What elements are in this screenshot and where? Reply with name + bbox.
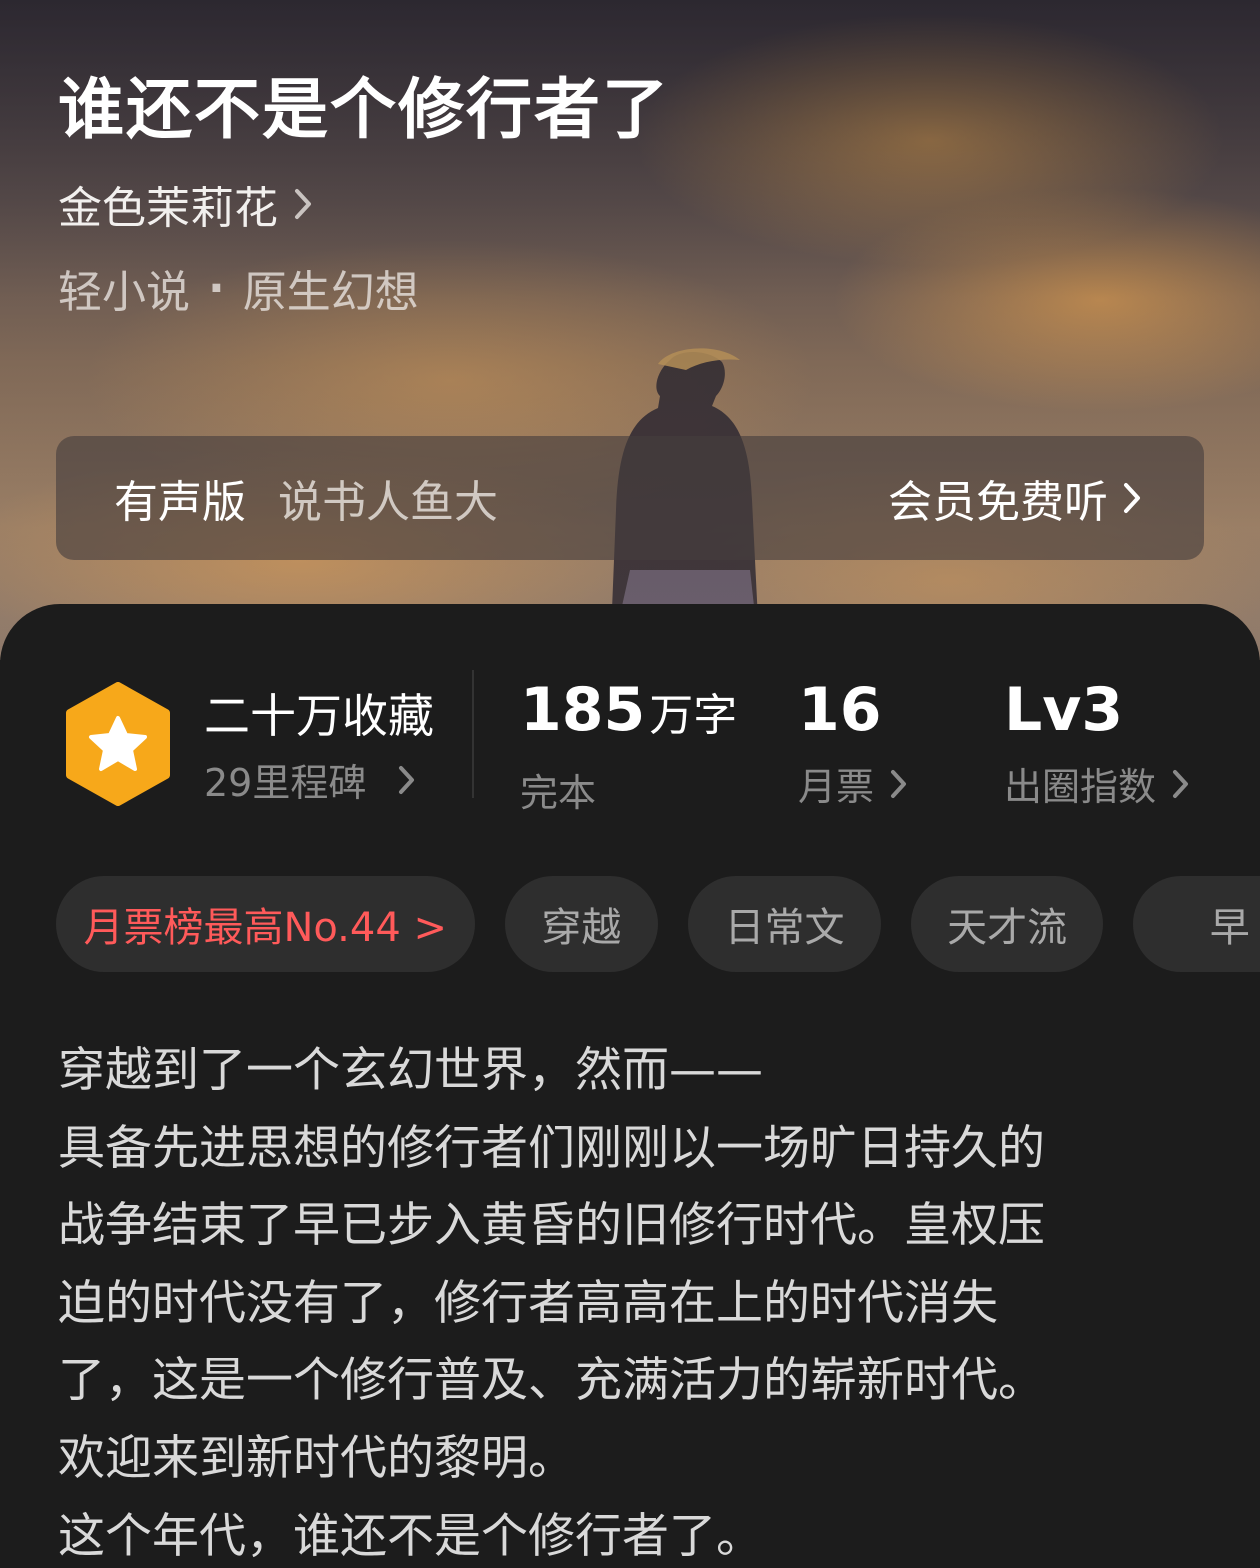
- ranking-tag[interactable]: 月票榜最高No.44 >: [56, 876, 475, 972]
- category-separator: ·: [208, 262, 225, 314]
- synopsis-line: 这个年代，谁还不是个修行者了。: [58, 1508, 763, 1564]
- category-breadcrumb: 轻小说 · 原生幻想: [58, 256, 419, 320]
- author-link[interactable]: 金色茉莉花: [58, 172, 314, 236]
- chevron-right-icon: [1173, 769, 1189, 798]
- stats-divider: [472, 670, 474, 798]
- milestone-title: 二十万收藏: [204, 689, 434, 743]
- tag-chip[interactable]: 日常文: [688, 876, 881, 972]
- chevron-right-icon: [1124, 483, 1140, 513]
- popularity-index-value: Lv3: [1004, 675, 1124, 745]
- chevron-right-icon: [295, 189, 311, 219]
- audio-cta-label: 会员免费听: [888, 477, 1108, 528]
- details-panel: 二十万收藏 29里程碑 185万字 完本 16 月票 Lv3 出圈指数 月票榜最…: [0, 604, 1260, 1568]
- stats-row: 二十万收藏 29里程碑 185万字 完本 16 月票 Lv3 出圈指数: [0, 604, 1260, 844]
- subcategory-label: 原生幻想: [242, 267, 419, 318]
- completion-status: 完本: [520, 771, 597, 815]
- audio-version-label: 有声版: [114, 477, 246, 528]
- synopsis-line: 欢迎来到新时代的黎明。: [58, 1430, 575, 1486]
- monthly-ticket-label: 月票: [798, 765, 875, 809]
- audio-version-bar[interactable]: 有声版 说书人鱼大 会员免费听: [56, 436, 1204, 560]
- star-hexagon-badge-icon: [66, 682, 170, 806]
- monthly-ticket-stat[interactable]: 16 月票: [798, 674, 908, 811]
- tag-list: 月票榜最高No.44 > 穿越 日常文 天才流 早: [56, 876, 1260, 976]
- synopsis-line: 具备先进思想的修行者们刚刚以一场旷日持久的: [58, 1120, 1045, 1176]
- popularity-index-label: 出圈指数: [1004, 765, 1157, 809]
- milestone-count: 29里程碑: [204, 761, 367, 805]
- word-count-value-row: 185万字: [520, 674, 737, 752]
- milestone-link[interactable]: 29里程碑: [204, 752, 416, 807]
- tag-chip[interactable]: 天才流: [910, 876, 1104, 972]
- popularity-index-label-row: 出圈指数: [1004, 756, 1190, 811]
- synopsis-line: 战争结束了早已步入黄昏的旧修行时代。皇权压: [58, 1198, 1045, 1254]
- word-count-unit: 万字: [649, 690, 738, 741]
- monthly-ticket-value: 16: [798, 675, 882, 745]
- popularity-index-stat[interactable]: Lv3 出圈指数: [1004, 674, 1190, 811]
- audio-listen-button[interactable]: 会员免费听: [888, 466, 1142, 530]
- monthly-ticket-label-row: 月票: [798, 756, 908, 811]
- category-label: 轻小说: [58, 267, 190, 318]
- tag-chip[interactable]: 早: [1133, 876, 1260, 972]
- synopsis-line: 了，这是一个修行普及、充满活力的崭新时代。: [58, 1353, 1045, 1409]
- synopsis-line: 迫的时代没有了，修行者高高在上的时代消失: [58, 1275, 998, 1331]
- author-name: 金色茉莉花: [58, 183, 278, 234]
- book-title: 谁还不是个修行者了: [58, 70, 670, 148]
- synopsis-line: 穿越到了一个玄幻世界，然而——: [58, 1043, 763, 1098]
- word-count-stat: 185万字 完本: [520, 674, 737, 817]
- chevron-right-icon: [399, 765, 415, 794]
- word-count-value: 185: [520, 675, 646, 745]
- audio-narrator: 说书人鱼大: [278, 477, 498, 528]
- chevron-right-icon: [891, 769, 907, 798]
- book-detail-page: 谁还不是个修行者了 金色茉莉花 轻小说 · 原生幻想 有声版 说书人鱼大 会员免…: [0, 0, 1260, 1568]
- synopsis: 穿越到了一个玄幻世界，然而—— 具备先进思想的修行者们刚刚以一场旷日持久的 战争…: [58, 1032, 1208, 1568]
- tag-chip[interactable]: 穿越: [504, 876, 659, 972]
